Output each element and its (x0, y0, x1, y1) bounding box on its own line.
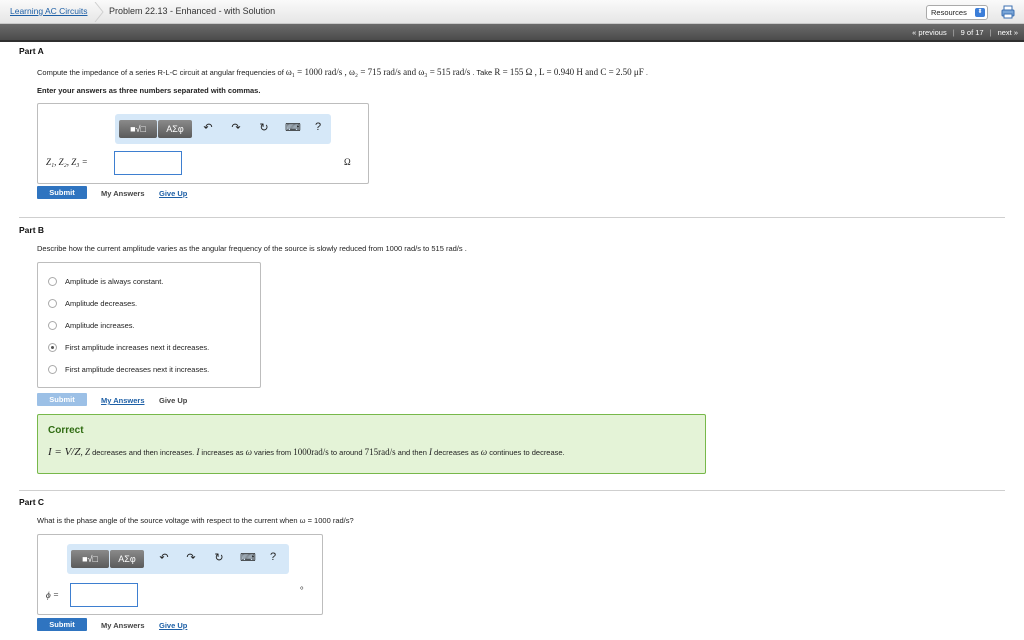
select-arrow-icon: ⬍ (975, 8, 985, 17)
section-divider (19, 217, 1005, 218)
frequency-value: 1000rad/s (293, 447, 329, 457)
radio-button[interactable] (48, 277, 57, 286)
print-icon[interactable] (1001, 5, 1015, 19)
symbols-button[interactable]: ΑΣφ (158, 120, 192, 138)
part-c-answer-box: ■√□ ΑΣφ ↶ ↷ ↻ ⌨ ? ϕ = ° (37, 534, 323, 615)
breadcrumb-separator-icon (94, 2, 104, 22)
part-a-title: Part A (19, 46, 44, 56)
math-toolbar: ■√□ ΑΣφ ↶ ↷ ↻ ⌨ ? (67, 544, 289, 574)
part-b-my-answers-link[interactable]: My Answers (101, 396, 145, 405)
part-b-options: Amplitude is always constant. Amplitude … (37, 262, 261, 388)
breadcrumb-problem: Problem 22.13 - Enhanced - with Solution (109, 6, 276, 16)
pager-divider: | (989, 28, 992, 37)
impedance-symbol: , Z (80, 447, 90, 457)
help-icon[interactable]: ? (311, 121, 325, 133)
radio-button[interactable] (48, 321, 57, 330)
keyboard-icon[interactable]: ⌨ (240, 551, 256, 564)
part-a-my-answers-link[interactable]: My Answers (101, 189, 145, 198)
option-increases-then-decreases[interactable]: First amplitude increases next it decrea… (48, 343, 209, 352)
radio-button[interactable] (48, 299, 57, 308)
part-a-answer-box: ■√□ ΑΣφ ↶ ↷ ↻ ⌨ ? Z₁, Z₂, Z₃ = Ω (37, 103, 369, 184)
option-label: First amplitude increases next it decrea… (65, 343, 210, 352)
undo-icon[interactable]: ↶ (201, 121, 215, 134)
feedback-text-segment: and then (395, 448, 429, 457)
part-a-give-up-link[interactable]: Give Up (159, 189, 187, 198)
phase-angle-input[interactable] (70, 583, 138, 607)
option-increases[interactable]: Amplitude increases. (48, 321, 135, 330)
pager-divider: | (952, 28, 955, 37)
template-button[interactable]: ■√□ (71, 550, 109, 568)
redo-icon[interactable]: ↷ (184, 551, 198, 564)
symbols-button[interactable]: ΑΣφ (110, 550, 144, 568)
part-a-submit-button[interactable]: Submit (37, 186, 87, 199)
phi-input-label: ϕ = (46, 590, 59, 600)
math-toolbar: ■√□ ΑΣφ ↶ ↷ ↻ ⌨ ? (115, 114, 331, 144)
next-link[interactable]: next » (998, 28, 1018, 37)
pager: « previous | 9 of 17 | next » (912, 28, 1018, 37)
feedback-text-segment: varies from (251, 448, 294, 457)
part-c-give-up-link[interactable]: Give Up (159, 621, 187, 630)
frequency-value: 715rad/s (364, 447, 396, 457)
question-frequencies: ω₁ = 1000 rad/s , ω₂ = 715 rad/s and ω₃ … (285, 67, 471, 77)
section-divider (19, 490, 1005, 491)
feedback-title: Correct (48, 425, 84, 436)
breadcrumb-course-link[interactable]: Learning AC Circuits (10, 6, 87, 16)
feedback-text-segment: increases as (199, 448, 246, 457)
part-c-title: Part C (19, 497, 45, 507)
question-values: R = 155 Ω , L = 0.940 H and C = 2.50 μF (494, 67, 644, 77)
top-bar: Learning AC Circuits Problem 22.13 - Enh… (0, 0, 1024, 24)
option-label: First amplitude decreases next it increa… (65, 365, 210, 374)
part-c-my-answers-link[interactable]: My Answers (101, 621, 145, 630)
part-b-question: Describe how the current amplitude varie… (37, 244, 467, 253)
impedance-input[interactable] (114, 151, 182, 175)
part-c-submit-button[interactable]: Submit (37, 618, 87, 631)
option-constant[interactable]: Amplitude is always constant. (48, 277, 163, 286)
navigation-bar: « previous | 9 of 17 | next » (0, 24, 1024, 42)
radio-button-selected[interactable] (48, 343, 57, 352)
part-a-question: Compute the impedance of a series R-L-C … (37, 67, 648, 77)
question-text: . Take (470, 68, 495, 77)
undo-icon[interactable]: ↶ (157, 551, 171, 564)
redo-icon[interactable]: ↷ (229, 121, 243, 134)
option-label: Amplitude increases. (65, 321, 135, 330)
template-button[interactable]: ■√□ (119, 120, 157, 138)
previous-link[interactable]: « previous (912, 28, 947, 37)
part-c-question: What is the phase angle of the source vo… (37, 516, 354, 525)
option-label: Amplitude decreases. (65, 299, 138, 308)
feedback-text-segment: to around (328, 448, 365, 457)
reset-icon[interactable]: ↻ (212, 551, 226, 564)
keyboard-icon[interactable]: ⌨ (285, 121, 301, 134)
part-b-give-up-link: Give Up (159, 396, 188, 405)
ohm-unit: Ω (344, 157, 351, 167)
question-text: . (643, 68, 648, 77)
part-b-submit-button: Submit (37, 393, 87, 406)
page-position: 9 of 17 (960, 28, 984, 37)
part-a-instruction: Enter your answers as three numbers sepa… (37, 86, 261, 95)
part-b-title: Part B (19, 225, 45, 235)
option-decreases-then-increases[interactable]: First amplitude decreases next it increa… (48, 365, 209, 374)
help-icon[interactable]: ? (266, 551, 280, 563)
resources-select[interactable]: Resources ⬍ (926, 5, 988, 20)
degree-unit: ° (300, 585, 304, 595)
option-label: Amplitude is always constant. (65, 277, 164, 286)
feedback-text-segment: decreases and then increases. (90, 448, 197, 457)
resources-label: Resources (931, 8, 967, 17)
correct-feedback: Correct I = V/Z, Z decreases and then in… (37, 414, 706, 474)
feedback-text-segment: decreases as (431, 448, 481, 457)
feedback-text-segment: continues to decrease. (487, 448, 565, 457)
reset-icon[interactable]: ↻ (257, 121, 271, 134)
question-text: Compute the impedance of a series R-L-C … (37, 68, 286, 77)
z-input-label: Z₁, Z₂, Z₃ = (46, 157, 88, 167)
option-decreases[interactable]: Amplitude decreases. (48, 299, 137, 308)
feedback-text: I = V/Z, Z decreases and then increases.… (48, 446, 565, 458)
current-formula: I = V/Z (48, 446, 81, 458)
radio-button[interactable] (48, 365, 57, 374)
